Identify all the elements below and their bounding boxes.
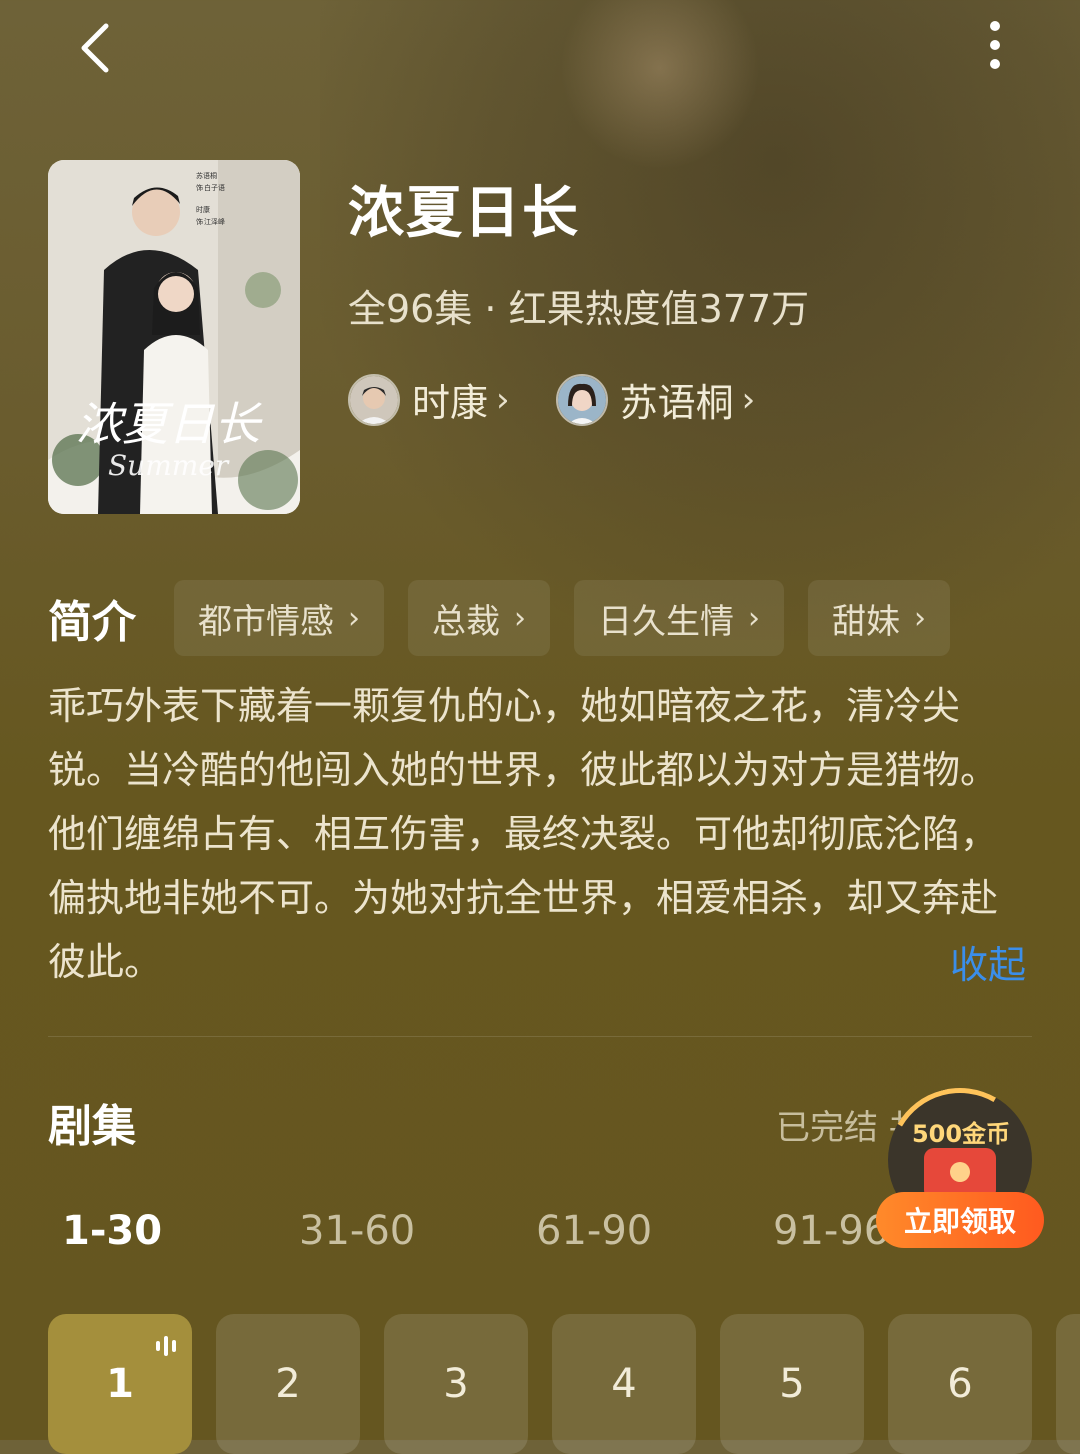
chevron-right-icon: › bbox=[748, 600, 760, 636]
synopsis-text: 乖巧外表下藏着一颗复仇的心，她如暗夜之花，清冷尖锐。当冷酷的他闯入她的世界，彼此… bbox=[48, 684, 999, 984]
episode-number: 5 bbox=[779, 1361, 805, 1407]
intro-label: 简介 bbox=[48, 597, 136, 648]
episode-grid: 1 2 3 4 5 6 bbox=[48, 1314, 1056, 1454]
poster-credit: 白子语 bbox=[204, 183, 225, 192]
actor-name: 苏语桐 bbox=[619, 381, 734, 425]
poster-art: 浓夏日长 Summer 苏语桐 饰 白子语 时康 饰 江泽峰 bbox=[48, 160, 300, 514]
avatar bbox=[555, 373, 608, 426]
tag-label: 总裁 bbox=[432, 601, 500, 642]
episode-number: 3 bbox=[443, 1361, 469, 1407]
tag-label: 日久生情 bbox=[598, 601, 734, 642]
range-tab-31-60[interactable]: 31-60 bbox=[299, 1208, 536, 1254]
chevron-right-icon: › bbox=[741, 379, 756, 420]
more-vertical-icon bbox=[990, 21, 1000, 69]
range-tab-61-90[interactable]: 61-90 bbox=[536, 1208, 773, 1254]
tag-label: 甜妹 bbox=[832, 601, 900, 642]
tag-slow-burn[interactable]: 日久生情 › bbox=[574, 580, 784, 656]
episode-number: 6 bbox=[947, 1361, 973, 1407]
episode-range-tabs: 1-30 31-60 61-90 91-96 bbox=[62, 1208, 1010, 1254]
divider bbox=[48, 1036, 1032, 1037]
actor-link-suyutong[interactable]: 苏语桐 › bbox=[555, 372, 756, 427]
tag-label: 都市情感 bbox=[198, 601, 334, 642]
collapse-button[interactable]: 收起 bbox=[950, 934, 1026, 989]
more-button[interactable] bbox=[980, 18, 1010, 78]
chevron-right-icon: › bbox=[348, 600, 360, 636]
episode-button-5[interactable]: 5 bbox=[720, 1314, 864, 1454]
actor-link-shikang[interactable]: 时康 › bbox=[348, 372, 510, 427]
tag-sweet-girl[interactable]: 甜妹 › bbox=[808, 580, 950, 656]
poster-script: Summer bbox=[108, 449, 230, 482]
episodes-label: 剧集 bbox=[48, 1101, 136, 1152]
tag-ceo[interactable]: 总裁 › bbox=[408, 580, 550, 656]
poster-credit: 饰 bbox=[196, 183, 203, 192]
drama-title: 浓夏日长 bbox=[348, 181, 580, 246]
drama-meta: 全96集 · 红果热度值377万 bbox=[348, 287, 810, 331]
poster-credit: 饰 bbox=[196, 217, 203, 226]
claim-now-button[interactable]: 立即领取 bbox=[876, 1192, 1044, 1248]
poster-calligraphy: 浓夏日长 bbox=[76, 397, 263, 451]
actor-list: 时康 › 苏语桐 › bbox=[348, 372, 755, 427]
poster-credit: 苏语桐 bbox=[196, 171, 217, 180]
episode-button-3[interactable]: 3 bbox=[384, 1314, 528, 1454]
episode-button-1[interactable]: 1 bbox=[48, 1314, 192, 1454]
episode-number: 1 bbox=[106, 1361, 134, 1407]
episode-number: 2 bbox=[275, 1361, 301, 1407]
tag-urban-romance[interactable]: 都市情感 › bbox=[174, 580, 384, 656]
actor-name: 时康 bbox=[412, 381, 489, 425]
episode-button-6[interactable]: 6 bbox=[888, 1314, 1032, 1454]
back-button[interactable] bbox=[70, 20, 126, 76]
now-playing-icon bbox=[156, 1336, 176, 1356]
reward-coins: 500金币 bbox=[911, 1120, 1011, 1148]
coin-reward-widget[interactable]: 500金币 立即领取 bbox=[871, 1071, 1049, 1249]
poster-credit: 时康 bbox=[196, 205, 210, 214]
back-arrow-icon bbox=[81, 23, 109, 73]
episode-number: 4 bbox=[611, 1361, 637, 1407]
chevron-right-icon: › bbox=[514, 600, 526, 636]
chevron-right-icon: › bbox=[914, 600, 926, 636]
episode-button-partial[interactable] bbox=[1056, 1314, 1080, 1454]
poster-credit: 江泽峰 bbox=[204, 217, 225, 226]
episode-button-4[interactable]: 4 bbox=[552, 1314, 696, 1454]
range-tab-1-30[interactable]: 1-30 bbox=[62, 1208, 299, 1254]
chevron-right-icon: › bbox=[496, 379, 510, 420]
intro-header: 简介 都市情感 › 总裁 › 日久生情 › 甜妹 › bbox=[48, 580, 974, 656]
drama-poster[interactable]: 浓夏日长 Summer 苏语桐 饰 白子语 时康 饰 江泽峰 bbox=[48, 160, 300, 514]
avatar bbox=[348, 373, 400, 426]
top-bar bbox=[0, 0, 1080, 100]
episode-button-2[interactable]: 2 bbox=[216, 1314, 360, 1454]
